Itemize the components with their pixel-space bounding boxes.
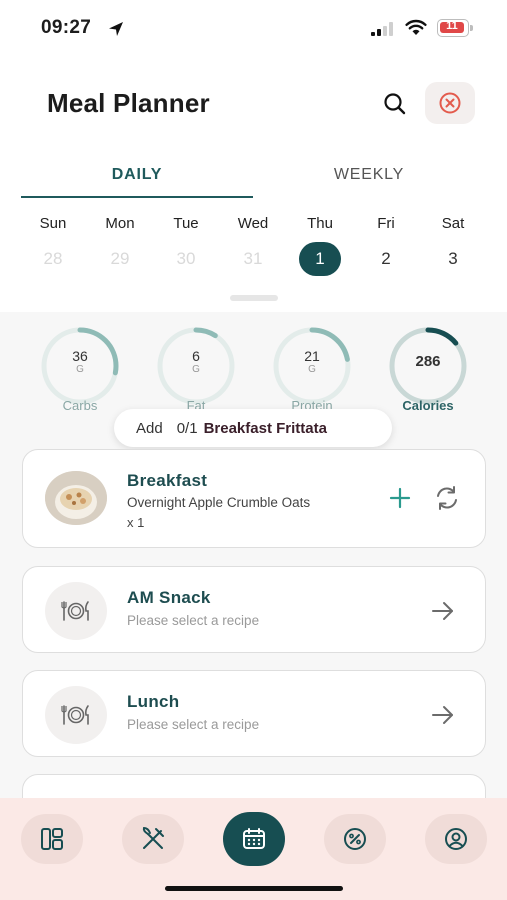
add-recipe-pill[interactable]: Add 0/1 Breakfast Frittata [114,409,392,447]
percent-badge-icon [344,828,366,850]
meal-title: AM Snack [127,588,211,607]
nav-recipes[interactable] [122,814,184,864]
close-button[interactable] [425,82,475,124]
plate-cutlery-icon [61,705,89,725]
meal-card-breakfast[interactable]: Breakfast Overnight Apple Crumble Oats x… [22,449,486,548]
dashboard-icon [41,828,63,850]
nav-meal-planner[interactable] [223,812,285,866]
nutrition-summary: 36 G Carbs 6 G Fat 21 G Protein 286 Calo… [0,326,507,416]
meal-card-am-snack[interactable]: AM Snack Please select a recipe [22,566,486,653]
plate-placeholder [45,582,107,640]
meal-hint: Please select a recipe [127,613,260,628]
meal-title: Breakfast [127,471,208,490]
day-fri[interactable]: Fri 2 [353,212,419,276]
week-day-picker: Sun 28 Mon 29 Tue 30 Wed 31 Thu 1 Fri 2 … [20,212,487,276]
calories-label: Calories [402,398,454,413]
arrow-right-icon[interactable] [429,597,457,625]
location-arrow-icon [109,22,123,36]
swap-icon[interactable] [433,484,461,512]
fat-ring: 6 G [156,326,236,406]
day-thu[interactable]: Thu 1 [287,212,353,276]
meal-recipe: Overnight Apple Crumble Oats [127,495,311,510]
drag-handle[interactable] [230,295,278,301]
top-panel: 09:27 11 Meal Planner DAILY WEEKLY Sun 2… [0,0,507,312]
bottom-tab-bar [0,798,507,900]
plate-cutlery-icon [61,601,89,621]
battery-level: 11 [446,20,458,32]
calories-ring: 286 [388,326,468,406]
nav-deals[interactable] [324,814,386,864]
selected-date: 1 [299,242,341,276]
profile-icon [445,828,467,850]
home-indicator [165,886,343,891]
page-title: Meal Planner [47,88,210,118]
tab-daily[interactable]: DAILY [21,166,253,184]
protein-ring: 21 G [272,326,352,406]
carbs-ring: 36 G [40,326,120,406]
day-sun[interactable]: Sun 28 [20,212,86,276]
recipe-thumbnail [45,471,107,525]
day-tue[interactable]: Tue 30 [153,212,219,276]
meal-title: Lunch [127,692,180,711]
tab-active-indicator [21,196,253,198]
fork-knife-icon [142,826,164,849]
day-wed[interactable]: Wed 31 [220,212,286,276]
arrow-right-icon[interactable] [429,701,457,729]
status-time: 09:27 [41,17,92,38]
carbs-label: Carbs [62,398,98,413]
wifi-icon [405,19,427,35]
add-recipe-name: Breakfast Frittata [203,419,327,437]
battery-icon: 11 [437,19,473,37]
meal-card-lunch[interactable]: Lunch Please select a recipe [22,670,486,757]
day-mon[interactable]: Mon 29 [87,212,153,276]
calendar-icon [243,828,265,849]
add-label: Add [136,419,163,437]
plate-placeholder [45,686,107,744]
nav-profile[interactable] [425,814,487,864]
day-sat[interactable]: Sat 3 [420,212,486,276]
add-count: 0/1 [176,419,198,437]
close-circle-icon [439,92,461,114]
search-icon[interactable] [380,89,410,119]
nav-dashboard[interactable] [21,814,83,864]
status-bar: 09:27 11 [0,0,507,56]
meal-quantity: x 1 [127,515,145,530]
tab-weekly[interactable]: WEEKLY [253,166,485,184]
add-icon[interactable] [387,485,413,511]
meal-hint: Please select a recipe [127,717,260,732]
cellular-signal-icon [371,22,393,36]
